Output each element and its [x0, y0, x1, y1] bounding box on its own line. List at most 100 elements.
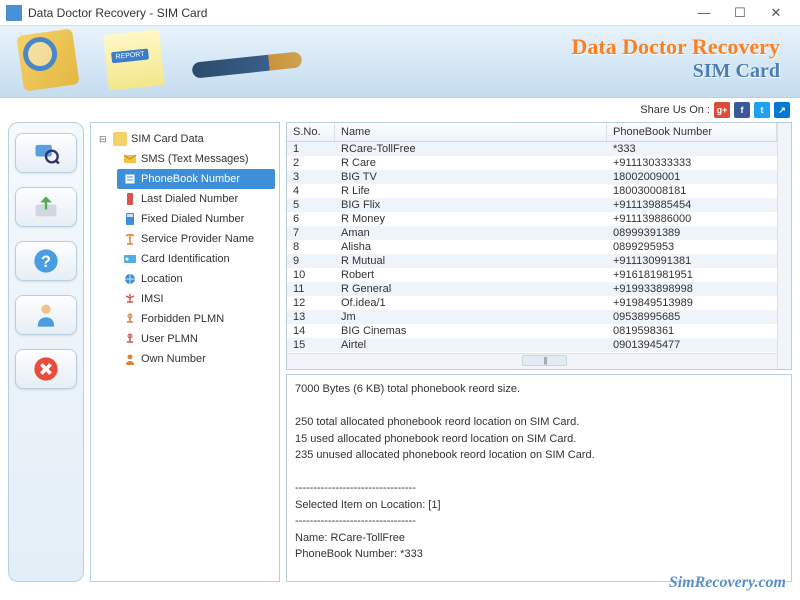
recover-button[interactable] — [15, 187, 77, 227]
fplmn-icon — [123, 312, 137, 326]
cell-sno: 8 — [287, 240, 335, 254]
tree-root-label: SIM Card Data — [131, 133, 204, 145]
tree-item-fplmn[interactable]: Forbidden PLMN — [117, 309, 275, 329]
cell-sno: 15 — [287, 338, 335, 352]
cell-number: 0819598361 — [607, 324, 777, 338]
footer-brand: SimRecovery.com — [669, 574, 786, 592]
tree-item-label: Forbidden PLMN — [141, 313, 224, 325]
tree-item-label: Location — [141, 273, 183, 285]
minimize-button[interactable]: — — [686, 3, 722, 23]
tree-item-label: Service Provider Name — [141, 233, 254, 245]
tree-item-imsi[interactable]: IMSI — [117, 289, 275, 309]
table-row[interactable]: 12Of.idea/1+919849513989 — [287, 296, 777, 310]
cell-number: +911130333333 — [607, 156, 777, 170]
maximize-button[interactable]: ☐ — [722, 3, 758, 23]
cell-sno: 12 — [287, 296, 335, 310]
cell-sno: 13 — [287, 310, 335, 324]
horizontal-scrollbar[interactable] — [287, 353, 777, 369]
gplus-icon[interactable]: g+ — [714, 102, 730, 118]
tree-item-phone[interactable]: Last Dialed Number — [117, 189, 275, 209]
tree-item-globe[interactable]: Location — [117, 269, 275, 289]
tree-item-uplmn[interactable]: User PLMN — [117, 329, 275, 349]
tree-item-tower[interactable]: Service Provider Name — [117, 229, 275, 249]
cell-name: Aman — [335, 226, 607, 240]
table-row[interactable]: 5BIG Flix+911139885454 — [287, 198, 777, 212]
cell-name: Alisha — [335, 240, 607, 254]
cell-number: 09013945477 — [607, 338, 777, 352]
app-icon — [6, 5, 22, 21]
cell-name: R General — [335, 282, 607, 296]
cell-number: +911139886000 — [607, 212, 777, 226]
cell-sno: 9 — [287, 254, 335, 268]
twitter-icon[interactable]: t — [754, 102, 770, 118]
share-icon[interactable]: ↗ — [774, 102, 790, 118]
tree-item-user[interactable]: Own Number — [117, 349, 275, 369]
titlebar: Data Doctor Recovery - SIM Card — ☐ ✕ — [0, 0, 800, 26]
tree-item-calc[interactable]: Fixed Dialed Number — [117, 209, 275, 229]
tower-icon — [123, 232, 137, 246]
close-button[interactable]: ✕ — [758, 3, 794, 23]
col-name[interactable]: Name — [335, 123, 607, 141]
cell-name: R Life — [335, 184, 607, 198]
cell-name: Airtel — [335, 338, 607, 352]
table-row[interactable]: 3BIG TV18002009001 — [287, 170, 777, 184]
col-sno[interactable]: S.No. — [287, 123, 335, 141]
collapse-icon[interactable]: ⊟ — [99, 134, 109, 145]
cell-number: 09538995685 — [607, 310, 777, 324]
uplmn-icon — [123, 332, 137, 346]
cell-name: BIG Flix — [335, 198, 607, 212]
col-number[interactable]: PhoneBook Number — [607, 123, 777, 141]
cell-name: Jm — [335, 310, 607, 324]
table-body[interactable]: 1RCare-TollFree*3332R Care+9111303333333… — [287, 142, 777, 353]
table-row[interactable]: 7Aman08999391389 — [287, 226, 777, 240]
sidebar-toolbar: ? — [8, 122, 84, 582]
cell-sno: 11 — [287, 282, 335, 296]
cell-number: +911139885454 — [607, 198, 777, 212]
phone-icon — [123, 192, 137, 206]
cell-sno: 10 — [287, 268, 335, 282]
table-row[interactable]: 6R Money+911139886000 — [287, 212, 777, 226]
table-row[interactable]: 8Alisha0899295953 — [287, 240, 777, 254]
banner-title-1: Data Doctor Recovery — [571, 34, 780, 60]
tree-item-label: Last Dialed Number — [141, 193, 238, 205]
cell-name: R Mutual — [335, 254, 607, 268]
help-button[interactable]: ? — [15, 241, 77, 281]
table-row[interactable]: 1RCare-TollFree*333 — [287, 142, 777, 156]
exit-button[interactable] — [15, 349, 77, 389]
tree-panel: ⊟ SIM Card Data SMS (Text Messages)Phone… — [90, 122, 280, 582]
imsi-icon — [123, 292, 137, 306]
about-button[interactable] — [15, 295, 77, 335]
cell-sno: 1 — [287, 142, 335, 156]
cell-name: R Money — [335, 212, 607, 226]
table-row[interactable]: 10Robert+916181981951 — [287, 268, 777, 282]
table-row[interactable]: 11R General+919933898998 — [287, 282, 777, 296]
calc-icon — [123, 212, 137, 226]
table-row[interactable]: 2R Care+911130333333 — [287, 156, 777, 170]
table-row[interactable]: 15Airtel09013945477 — [287, 338, 777, 352]
cell-name: Of.idea/1 — [335, 296, 607, 310]
tree-item-label: IMSI — [141, 293, 164, 305]
table-row[interactable]: 14BIG Cinemas0819598361 — [287, 324, 777, 338]
sim-icon — [113, 132, 127, 146]
table-row[interactable]: 9R Mutual+911130991381 — [287, 254, 777, 268]
scan-button[interactable] — [15, 133, 77, 173]
tree-item-book[interactable]: PhoneBook Number — [117, 169, 275, 189]
tree-item-envelope[interactable]: SMS (Text Messages) — [117, 149, 275, 169]
tree-item-id[interactable]: Card Identification — [117, 249, 275, 269]
cell-number: +911130991381 — [607, 254, 777, 268]
tree-root[interactable]: ⊟ SIM Card Data — [95, 129, 275, 149]
cell-name: Robert — [335, 268, 607, 282]
table-row[interactable]: 13Jm09538995685 — [287, 310, 777, 324]
phonebook-table: S.No. Name PhoneBook Number 1RCare-TollF… — [286, 122, 792, 370]
cell-number: +919849513989 — [607, 296, 777, 310]
cell-number: *333 — [607, 142, 777, 156]
cell-sno: 2 — [287, 156, 335, 170]
vertical-scrollbar[interactable] — [777, 123, 791, 369]
user-icon — [123, 352, 137, 366]
cell-sno: 14 — [287, 324, 335, 338]
svg-text:?: ? — [41, 253, 51, 271]
table-row[interactable]: 4R Life180030008181 — [287, 184, 777, 198]
tree-item-label: User PLMN — [141, 333, 198, 345]
facebook-icon[interactable]: f — [734, 102, 750, 118]
cell-sno: 5 — [287, 198, 335, 212]
